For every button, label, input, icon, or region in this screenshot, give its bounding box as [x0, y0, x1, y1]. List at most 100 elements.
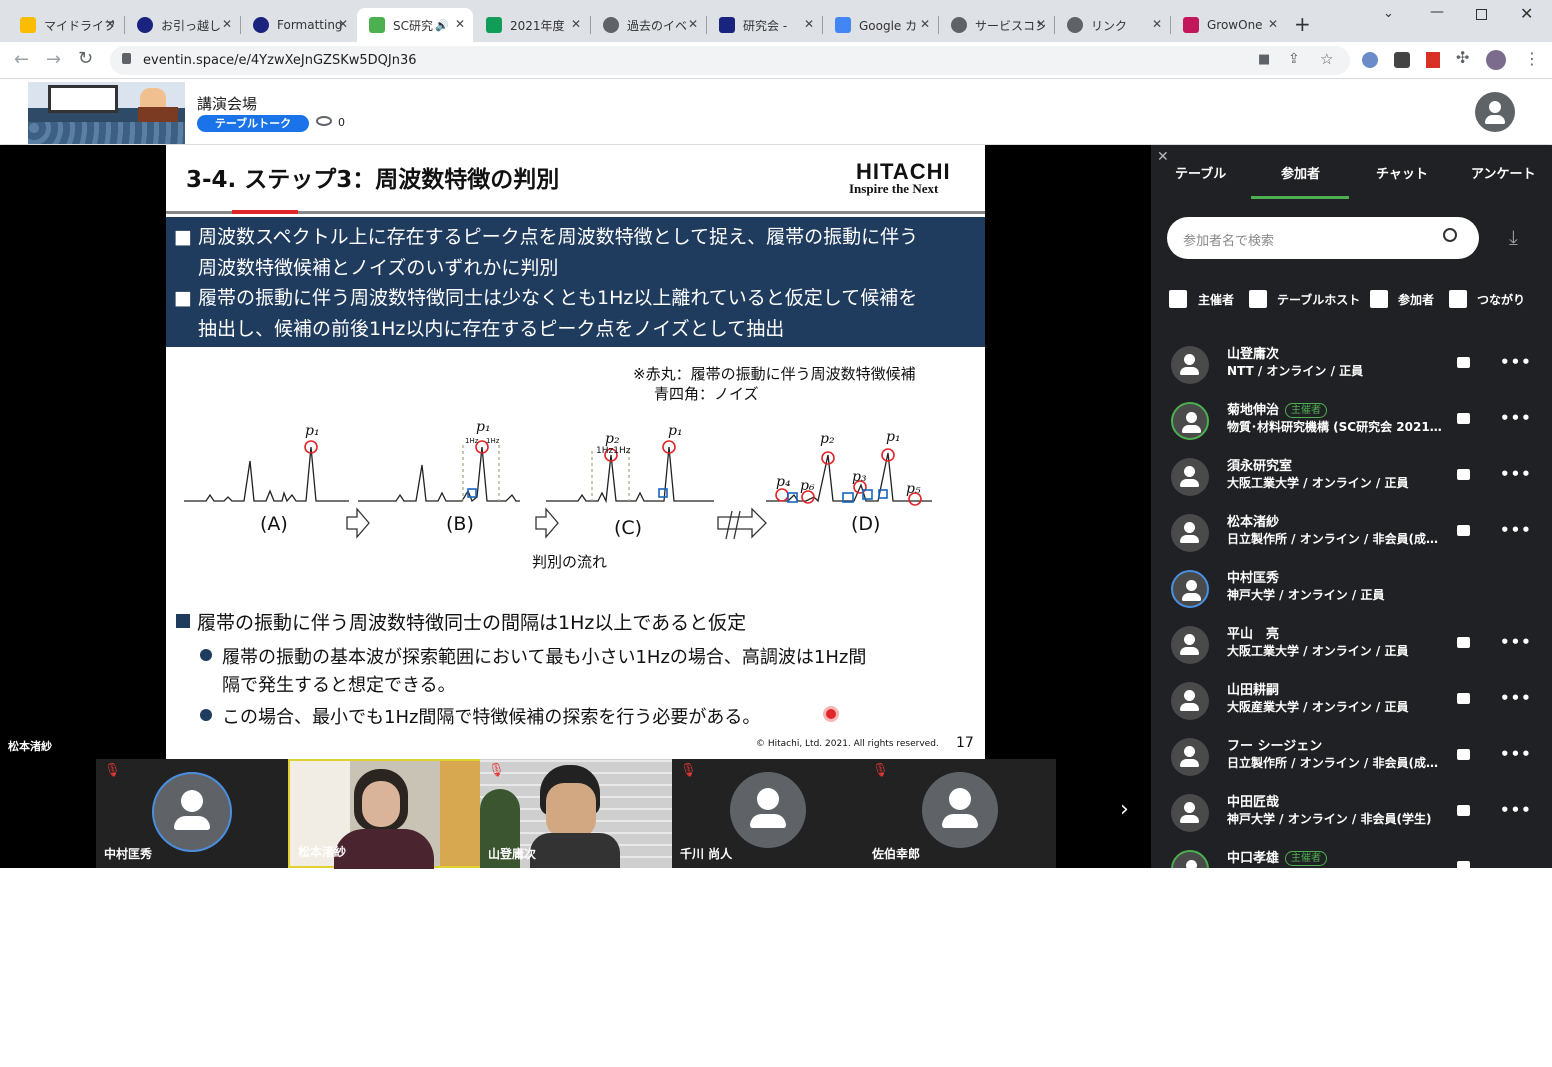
chat-bubble-icon[interactable]: [1457, 861, 1470, 868]
room-header: 講演会場 テーブルトーク 0: [0, 80, 1552, 144]
browser-tab[interactable]: 過去のイベ ✕: [591, 8, 706, 42]
browser-tab-active[interactable]: SC研究 🔊 ✕: [357, 8, 473, 42]
reload-icon[interactable]: ↻: [78, 48, 93, 69]
extension-icon[interactable]: [1362, 52, 1378, 68]
participant-row[interactable]: 松本渚紗 日立製作所 / オンライン / 非会員(成績集) •••: [1151, 505, 1552, 561]
close-icon[interactable]: ✕: [920, 17, 930, 31]
browser-tab[interactable]: Formatting ✕: [241, 8, 356, 42]
more-icon[interactable]: •••: [1500, 801, 1532, 819]
mic-muted-icon: 🎙: [680, 763, 697, 778]
address-bar[interactable]: eventin.space/e/4YzwXeJnGZSKw5DQJn36 ■ ⇪…: [110, 46, 1350, 75]
participant-row[interactable]: 平山 亮大阪工業大学 / オンライン / 正員 •••: [1151, 617, 1552, 673]
close-icon[interactable]: ✕: [338, 17, 348, 31]
close-icon[interactable]: ✕: [105, 17, 115, 31]
participant-row[interactable]: 須永研究室 大阪工業大学 / オンライン / 正員 •••: [1151, 449, 1552, 505]
chat-bubble-icon[interactable]: [1457, 413, 1470, 424]
tab-search-icon[interactable]: ⌄: [1383, 6, 1394, 21]
close-icon[interactable]: ✕: [1036, 17, 1046, 31]
svg-text:p₁: p₁: [305, 423, 320, 439]
browser-tab[interactable]: お引っ越し ✕: [125, 8, 240, 42]
close-icon[interactable]: ✕: [455, 17, 465, 31]
more-icon[interactable]: •••: [1500, 409, 1532, 427]
browser-tab[interactable]: サービスコン ✕: [939, 8, 1054, 42]
svg-text:p₁: p₁: [476, 419, 491, 435]
close-panel-icon[interactable]: ✕: [1157, 149, 1169, 165]
video-tile[interactable]: 🎙 中村匡秀: [96, 759, 288, 868]
menu-kebab-icon[interactable]: ⋮: [1524, 49, 1540, 68]
table-talk-badge: テーブルトーク: [197, 115, 309, 132]
square-bullet: [176, 614, 190, 628]
more-icon[interactable]: •••: [1500, 521, 1532, 539]
video-tile-active-speaker[interactable]: 松本渚紗: [288, 759, 480, 869]
window-close-icon[interactable]: ✕: [1520, 4, 1533, 23]
more-icon[interactable]: •••: [1500, 353, 1532, 371]
close-icon[interactable]: ✕: [804, 17, 814, 31]
user-avatar[interactable]: [1475, 92, 1515, 132]
participant-search-input[interactable]: 参加者名で検索: [1167, 217, 1479, 259]
slide-page-number: 17: [956, 735, 974, 751]
participant-row[interactable]: 山田耕嗣 大阪産業大学 / オンライン / 正員 •••: [1151, 673, 1552, 729]
puzzle-icon[interactable]: ✣: [1456, 48, 1469, 67]
tab-survey[interactable]: アンケート: [1471, 163, 1535, 182]
participant-row[interactable]: 菊地伸治主催者物質･材料研究機構 (SC研究会 2021年度主査)•••: [1151, 393, 1552, 449]
chat-bubble-icon[interactable]: [1457, 693, 1470, 704]
browser-tab[interactable]: 2021年度 ✕: [474, 8, 589, 42]
minimize-icon[interactable]: —: [1430, 4, 1444, 20]
chat-bubble-icon[interactable]: [1457, 469, 1470, 480]
lock-icon[interactable]: [122, 53, 131, 64]
tab-participants[interactable]: 参加者: [1281, 163, 1320, 182]
growone-icon: [1183, 17, 1199, 33]
chat-bubble-icon[interactable]: [1457, 805, 1470, 816]
chat-bubble-icon[interactable]: [1457, 525, 1470, 536]
participant-row[interactable]: フー シージェン 日立製作所 / オンライン / 非会員(成績集) •••: [1151, 729, 1552, 785]
close-icon[interactable]: ✕: [1268, 17, 1278, 31]
close-icon[interactable]: ✕: [1152, 17, 1162, 31]
forward-icon[interactable]: →: [46, 49, 61, 70]
browser-tab[interactable]: リンク ✕: [1055, 8, 1170, 42]
filter-checkbox[interactable]: [1169, 290, 1187, 308]
video-tile[interactable]: 🎙 山登庸次: [480, 759, 672, 868]
search-icon[interactable]: [1443, 228, 1457, 242]
tile-name: 佐伯幸郎: [872, 847, 921, 861]
filter-checkbox[interactable]: [1370, 290, 1388, 308]
pdf-extension-icon[interactable]: [1426, 52, 1440, 68]
maximize-icon[interactable]: [1476, 9, 1487, 20]
browser-tab[interactable]: マイドライブ ✕: [8, 8, 123, 42]
audio-playing-icon[interactable]: 🔊: [435, 19, 449, 32]
close-icon[interactable]: ✕: [222, 17, 232, 31]
participant-row[interactable]: 山登庸次 NTT / オンライン / 正員 •••: [1151, 337, 1552, 393]
participant-row[interactable]: 中田匠哉 神戸大学 / オンライン / 非会員(学生) •••: [1151, 785, 1552, 841]
chat-bubble-icon[interactable]: [1457, 637, 1470, 648]
chat-bubble-icon[interactable]: [1457, 749, 1470, 760]
video-tile[interactable]: 🎙 千川 尚人: [672, 759, 864, 868]
extension-icon[interactable]: [1394, 52, 1410, 68]
close-icon[interactable]: ✕: [688, 17, 698, 31]
chat-bubble-icon[interactable]: [1457, 357, 1470, 368]
new-tab-icon[interactable]: +: [1294, 12, 1311, 36]
back-icon[interactable]: ←: [14, 49, 29, 70]
calendar-icon: [835, 17, 851, 33]
browser-tab[interactable]: Google カ ✕: [823, 8, 938, 42]
presentation-stage: 3-4. ステップ3：周波数特徴の判別 HITACHI Inspire the …: [0, 145, 1151, 869]
close-icon[interactable]: ✕: [571, 17, 581, 31]
participant-row[interactable]: 中口孝雄 主催者: [1151, 841, 1552, 868]
more-icon[interactable]: •••: [1500, 745, 1532, 763]
browser-tab[interactable]: GrowOne ✕: [1171, 8, 1286, 42]
filter-checkbox[interactable]: [1449, 290, 1467, 308]
filter-checkbox[interactable]: [1249, 290, 1267, 308]
bookmark-star-icon[interactable]: ☆: [1320, 50, 1333, 68]
profile-avatar[interactable]: [1486, 50, 1506, 70]
download-icon[interactable]: ⤓: [1509, 225, 1518, 249]
chevron-right-icon[interactable]: ›: [1120, 797, 1129, 822]
share-icon[interactable]: ⇪: [1288, 51, 1300, 67]
participant-row[interactable]: 中村匡秀 神戸大学 / オンライン / 正員: [1151, 561, 1552, 617]
more-icon[interactable]: •••: [1500, 465, 1532, 483]
more-icon[interactable]: •••: [1500, 689, 1532, 707]
more-icon[interactable]: •••: [1500, 633, 1532, 651]
host-badge: 主催者: [1285, 403, 1328, 418]
tab-chat[interactable]: チャット: [1376, 163, 1428, 182]
video-tile[interactable]: 🎙 佐伯幸郎: [864, 759, 1056, 868]
camera-icon[interactable]: ■: [1258, 52, 1270, 67]
browser-tab[interactable]: 研究会 - ✕: [707, 8, 822, 42]
tab-tables[interactable]: テーブル: [1175, 163, 1226, 182]
